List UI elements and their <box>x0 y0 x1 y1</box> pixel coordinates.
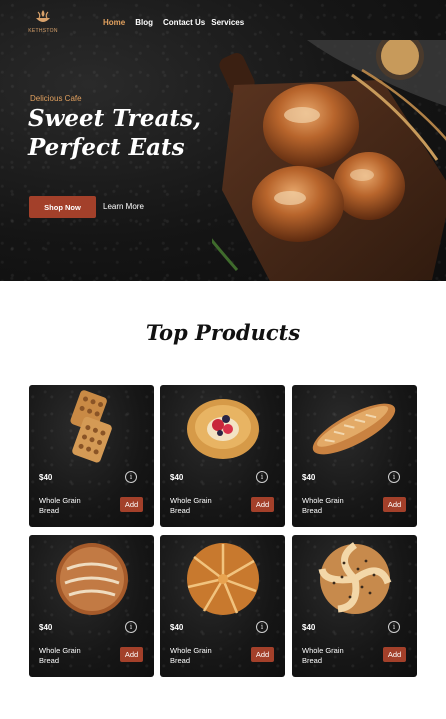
hero-headline-line-1: Sweet Treats, <box>28 105 201 132</box>
logo-text: KETHSTON <box>28 28 58 34</box>
product-price: $40 <box>170 473 184 482</box>
add-to-cart-button[interactable]: Add <box>383 647 406 662</box>
info-icon[interactable]: i <box>256 471 268 483</box>
product-image-waffle-pastry <box>70 390 112 463</box>
add-to-cart-button[interactable]: Add <box>120 647 143 662</box>
product-card[interactable]: $40 i Whole Grain Bread Add <box>292 385 417 527</box>
product-card[interactable]: $40 i Whole Grain Bread Add <box>160 535 285 677</box>
product-card[interactable]: $40 i Whole Grain Bread Add <box>29 385 154 527</box>
product-price: $40 <box>39 623 53 632</box>
hero-headline: Sweet Treats, Perfect Eats <box>28 104 201 162</box>
nav-item-contact-us[interactable]: Contact Us <box>163 18 205 27</box>
nav-item-blog[interactable]: Blog <box>135 18 153 27</box>
product-name: Whole Grain Bread <box>302 646 344 665</box>
product-image-seeded-bun <box>318 542 392 614</box>
info-icon[interactable]: i <box>388 471 400 483</box>
add-to-cart-button[interactable]: Add <box>383 497 406 512</box>
learn-more-link[interactable]: Learn More <box>103 202 144 211</box>
product-card[interactable]: $40 i Whole Grain Bread Add <box>292 535 417 677</box>
shop-now-button[interactable]: Shop Now <box>29 196 96 218</box>
product-name: Whole Grain Bread <box>170 646 212 665</box>
info-icon[interactable]: i <box>125 621 137 633</box>
product-price: $40 <box>170 623 184 632</box>
info-icon[interactable]: i <box>256 621 268 633</box>
section-title: Top Products <box>145 320 301 345</box>
add-to-cart-button[interactable]: Add <box>120 497 143 512</box>
product-image-sourdough-loaf <box>56 543 128 615</box>
hero-banner: KETHSTON Home Blog Contact Us Services D… <box>0 0 446 281</box>
add-to-cart-button[interactable]: Add <box>251 647 274 662</box>
hero-bread-board-image <box>212 40 446 281</box>
hero-eyebrow: Delicious Cafe <box>30 94 82 103</box>
product-image-baguette <box>312 403 396 455</box>
product-image-berry-danish <box>187 399 259 459</box>
product-name: Whole Grain Bread <box>302 496 344 515</box>
product-image-pull-apart-round <box>187 543 259 615</box>
brand-logo[interactable]: KETHSTON <box>28 9 58 34</box>
add-to-cart-button[interactable]: Add <box>251 497 274 512</box>
hero-headline-line-2: Perfect Eats <box>28 134 185 161</box>
info-icon[interactable]: i <box>125 471 137 483</box>
product-price: $40 <box>39 473 53 482</box>
product-card[interactable]: $40 i Whole Grain Bread Add <box>29 535 154 677</box>
product-name: Whole Grain Bread <box>39 646 81 665</box>
product-price: $40 <box>302 473 316 482</box>
nav-item-home[interactable]: Home <box>103 18 125 27</box>
product-name: Whole Grain Bread <box>170 496 212 515</box>
info-icon[interactable]: i <box>388 621 400 633</box>
product-price: $40 <box>302 623 316 632</box>
main-nav: Home Blog Contact Us Services <box>103 18 254 27</box>
wheat-cup-logo-icon <box>36 10 50 22</box>
nav-item-services[interactable]: Services <box>211 18 244 27</box>
product-card[interactable]: $40 i Whole Grain Bread Add <box>160 385 285 527</box>
product-name: Whole Grain Bread <box>39 496 81 515</box>
